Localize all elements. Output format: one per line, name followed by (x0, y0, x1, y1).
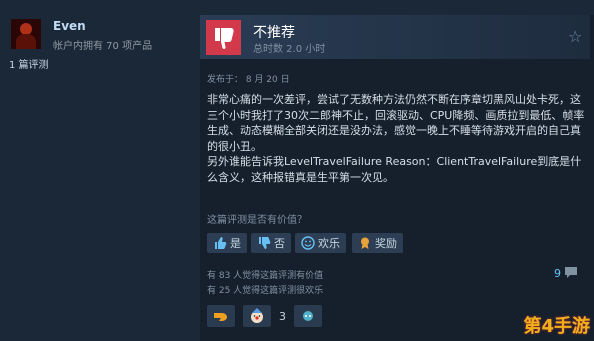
reviews-count[interactable]: 1 篇评测 (9, 56, 49, 71)
award-count: 3 (279, 309, 286, 323)
verdict-title[interactable]: 不推荐 (253, 22, 295, 42)
site-watermark: 第4手游 (523, 316, 590, 337)
review-body: 非常心痛的一次差评，尝试了无数种方法仍然不断在序章切黑风山处卡死，这三个小时我打… (207, 92, 587, 185)
vote-no-label: 否 (274, 237, 285, 250)
award-label: 奖励 (375, 237, 397, 250)
review-paragraph: 非常心痛的一次差评，尝试了无数种方法仍然不断在序章切黑风山处卡死，这三个小时我打… (207, 93, 585, 153)
vote-yes-button[interactable]: 是 (207, 233, 247, 253)
review-header: 不推荐 总时数 2.0 小时 ☆ (200, 15, 590, 59)
star-icon[interactable]: ☆ (568, 27, 582, 46)
award-mindblown-icon[interactable] (294, 305, 322, 327)
avatar[interactable] (11, 19, 41, 49)
products-owned[interactable]: 帐户内拥有 70 项产品 (53, 37, 152, 52)
thumbs-down-small-icon (257, 236, 271, 250)
award-icon (358, 236, 372, 250)
review-paragraph: 另外谁能告诉我LevelTravelFailure Reason：ClientT… (207, 155, 582, 184)
posted-date: 发布于： 8 月 20 日 (207, 75, 290, 85)
comment-icon (564, 265, 578, 282)
smiley-icon (301, 236, 315, 250)
thumbs-up-icon (213, 236, 227, 250)
helpful-question: 这篇评测是否有价值？ (207, 215, 307, 226)
funny-count: 有 25 人觉得这篇评测很欢乐 (207, 286, 324, 296)
review-panel: 不推荐 总时数 2.0 小时 ☆ 发布于： 8 月 20 日 非常心痛的一次差评… (200, 15, 594, 341)
awards-row: 3 (207, 305, 322, 327)
vote-funny-label: 欢乐 (318, 237, 340, 250)
hours-played: 总时数 2.0 小时 (253, 44, 326, 55)
comment-count: 9 (554, 267, 561, 280)
award-hot-icon[interactable] (207, 305, 235, 327)
comments-link[interactable]: 9 (554, 265, 578, 282)
thumbs-down-icon (206, 20, 241, 55)
vote-yes-label: 是 (230, 237, 241, 250)
vote-funny-button[interactable]: 欢乐 (295, 233, 346, 253)
award-button[interactable]: 奖励 (352, 233, 403, 253)
reviewer-column: Even 帐户内拥有 70 项产品 1 篇评测 (0, 0, 196, 341)
vote-no-button[interactable]: 否 (251, 233, 291, 253)
helpful-count: 有 83 人觉得这篇评测有价值 (207, 271, 324, 281)
username[interactable]: Even (53, 19, 86, 33)
award-clown-icon[interactable] (243, 305, 271, 327)
